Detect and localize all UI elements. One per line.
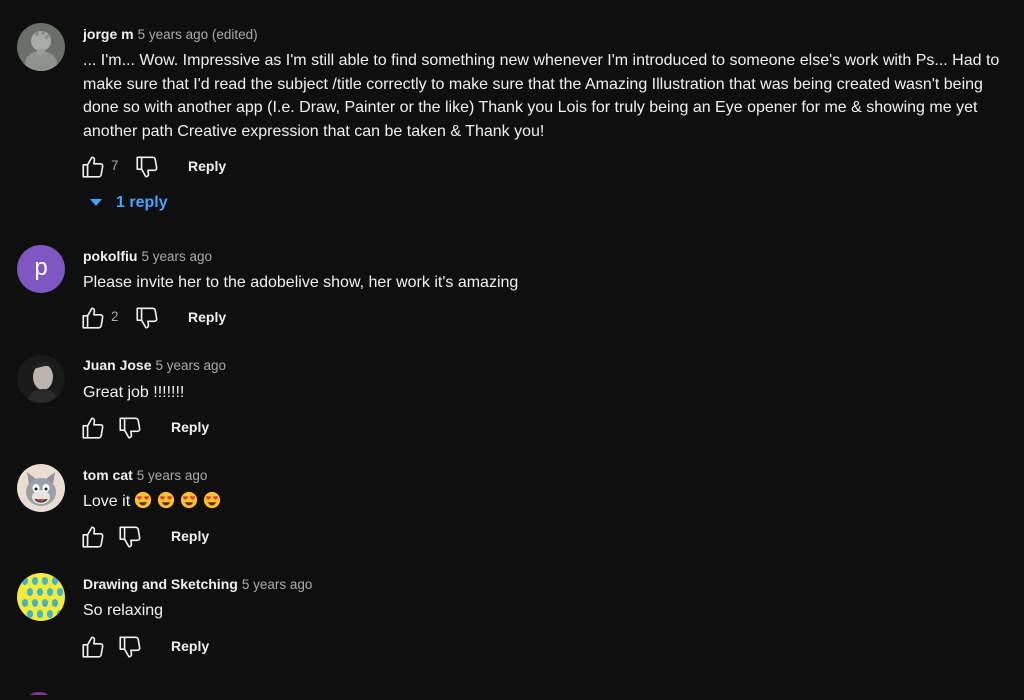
author-name[interactable]: pokolfiu xyxy=(83,248,137,264)
avatar[interactable] xyxy=(17,355,65,403)
next-comment-avatar-partial[interactable] xyxy=(28,682,50,695)
reply-button[interactable]: Reply xyxy=(188,309,226,325)
comment-header: jorge m 5 years ago (edited) xyxy=(83,26,258,44)
like-count: 7 xyxy=(111,158,119,173)
thumb-down-icon[interactable] xyxy=(134,305,160,331)
thumb-down-icon[interactable] xyxy=(134,154,160,180)
heart-eyes-emoji-icon xyxy=(180,491,198,509)
avatar[interactable] xyxy=(17,573,65,621)
comment-text: Great job !!!!!!! xyxy=(83,384,185,401)
author-name[interactable]: jorge m xyxy=(83,26,134,42)
timestamp[interactable]: 5 years ago xyxy=(155,358,226,373)
caret-down-icon xyxy=(90,198,102,206)
avatar[interactable] xyxy=(17,23,65,71)
heart-eyes-emoji-icon xyxy=(203,491,221,509)
comment-actions: 7 Reply xyxy=(80,154,480,180)
avatar[interactable]: p xyxy=(17,245,65,293)
timestamp[interactable]: 5 years ago (edited) xyxy=(138,27,258,42)
reply-button[interactable]: Reply xyxy=(171,528,209,544)
timestamp[interactable]: 5 years ago xyxy=(141,249,212,264)
buddha-avatar-image xyxy=(17,23,65,71)
timestamp[interactable]: 5 years ago xyxy=(137,468,208,483)
avatar[interactable] xyxy=(17,464,65,512)
thumb-up-icon[interactable] xyxy=(80,634,106,660)
comment-actions: Reply xyxy=(80,634,480,660)
comment-text: So relaxing xyxy=(83,602,164,619)
pattern-avatar-image xyxy=(17,573,65,621)
thumb-down-icon[interactable] xyxy=(117,415,143,441)
avatar-letter: p xyxy=(34,254,48,281)
reply-button[interactable]: Reply xyxy=(188,158,226,174)
comment-actions: 2 Reply xyxy=(80,305,480,331)
thumb-down-icon[interactable] xyxy=(117,524,143,550)
comment-actions: Reply xyxy=(80,415,480,441)
comment-actions: Reply xyxy=(80,524,480,550)
comment-jorge-m: jorge m 5 years ago (edited) ... I'm... W… xyxy=(0,0,1024,220)
profile-photo-image xyxy=(17,355,65,403)
comment-header: Drawing and Sketching 5 years ago xyxy=(83,576,312,594)
reply-button[interactable]: Reply xyxy=(171,638,209,654)
author-name[interactable]: tom cat xyxy=(83,467,133,483)
avatar-edge-image xyxy=(30,692,48,695)
thumb-up-icon[interactable] xyxy=(80,524,106,550)
comment-text: ... I'm... Wow. Impressive as I'm still … xyxy=(83,52,1000,140)
thumb-up-icon[interactable] xyxy=(80,154,106,180)
replies-count-label: 1 reply xyxy=(116,194,168,211)
comment-header: pokolfiu 5 years ago xyxy=(83,248,212,266)
thumb-up-icon[interactable] xyxy=(80,415,106,441)
like-count: 2 xyxy=(111,309,119,324)
author-name[interactable]: Drawing and Sketching xyxy=(83,576,238,592)
comment-text: Love it xyxy=(83,490,1003,514)
comment-text: Please invite her to the adobelive show,… xyxy=(83,274,519,291)
author-name[interactable]: Juan Jose xyxy=(83,357,151,373)
heart-eyes-emoji-icon xyxy=(134,491,152,509)
view-replies-button[interactable]: 1 reply xyxy=(88,194,168,218)
heart-eyes-emoji-icon xyxy=(157,491,175,509)
cat-cartoon-avatar-image xyxy=(17,464,65,512)
comment-header: Juan Jose 5 years ago xyxy=(83,357,226,375)
thumb-down-icon[interactable] xyxy=(117,634,143,660)
comment-text-content: Love it xyxy=(83,493,131,510)
comment-header: tom cat 5 years ago xyxy=(83,467,207,485)
reply-button[interactable]: Reply xyxy=(171,419,209,435)
thumb-up-icon[interactable] xyxy=(80,305,106,331)
timestamp[interactable]: 5 years ago xyxy=(242,577,313,592)
